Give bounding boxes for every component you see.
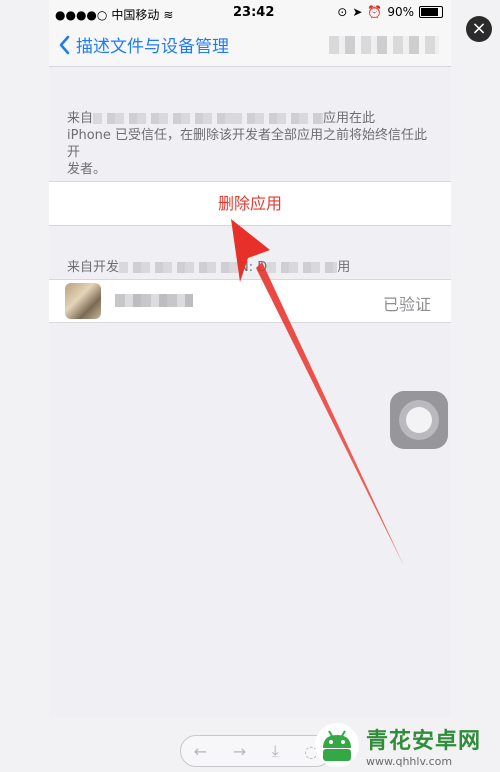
signal-icon: ●●●●○ [55,7,108,22]
trust-description: 来自 应用在此 iPhone 已受信任，在删除该开发者全部应用之前将始终信任此开 … [67,110,432,178]
phone-screen: ●●●●○ 中国移动 ≋ 23:42 ⊙ ➤ ⏰ 90% 描述文件与设备管理 来… [49,0,451,717]
download-icon[interactable]: ⤓ [272,741,279,761]
arrow-left-icon[interactable]: ← [194,742,207,761]
battery-icon [419,6,443,18]
apps-section-header: 来自开发 N: D 用 [67,256,447,275]
arrow-right-icon[interactable]: → [233,742,246,761]
navigation-bar: 描述文件与设备管理 [49,26,451,67]
alarm-icon: ⏰ [367,5,383,19]
rotation-lock-icon: ⊙ [337,5,348,19]
redacted-text [233,113,324,124]
assistive-touch-button[interactable] [390,391,448,449]
trust-line-3: 发者。 [67,162,107,177]
redacted-text [93,113,234,124]
apps-section-middle: N: D [239,260,268,275]
battery-percent: 90% [387,5,414,19]
close-icon[interactable]: × [466,16,492,42]
android-logo-icon [315,723,359,767]
redacted-text [267,262,338,273]
status-left: ●●●●○ 中国移动 ≋ [55,6,173,23]
status-time: 23:42 [233,5,275,20]
apps-section-suffix: 用 [337,260,351,275]
app-name-blurred [115,294,193,307]
verified-status: 已验证 [382,295,431,314]
trust-prefix: 来自 [67,111,94,126]
watermark-url: www.qhhlv.com [366,754,453,768]
chevron-left-icon [59,35,70,54]
apps-section-prefix: 来自开发 [67,260,120,275]
app-icon [65,283,101,319]
trust-suffix: 应用在此 [323,111,376,126]
delete-apps-button[interactable]: 删除应用 [49,181,451,226]
status-bar: ●●●●○ 中国移动 ≋ 23:42 ⊙ ➤ ⏰ 90% [49,0,451,26]
status-right: ⊙ ➤ ⏰ 90% [337,5,443,19]
carrier-label: 中国移动 [111,8,160,22]
watermark-title: 青花安卓网 [366,728,482,754]
watermark-text: 青花安卓网 www.qhhlv.com [366,723,481,768]
back-button-label: 描述文件与设备管理 [76,37,229,57]
developer-title-blurred [329,36,439,54]
image-viewer: ●●●●○ 中国移动 ≋ 23:42 ⊙ ➤ ⏰ 90% 描述文件与设备管理 来… [0,0,500,772]
trust-line-2: iPhone 已受信任，在删除该开发者全部应用之前将始终信任此开 [67,128,428,160]
location-icon: ➤ [352,5,363,19]
app-list-item[interactable]: 已验证 [49,279,451,323]
viewer-toolbar: ← → ⤓ ◌ [180,735,332,767]
redacted-text [119,262,240,273]
watermark: 青花安卓网 www.qhhlv.com [314,718,500,772]
back-button[interactable]: 描述文件与设备管理 [59,32,229,57]
wifi-icon: ≋ [163,7,174,22]
